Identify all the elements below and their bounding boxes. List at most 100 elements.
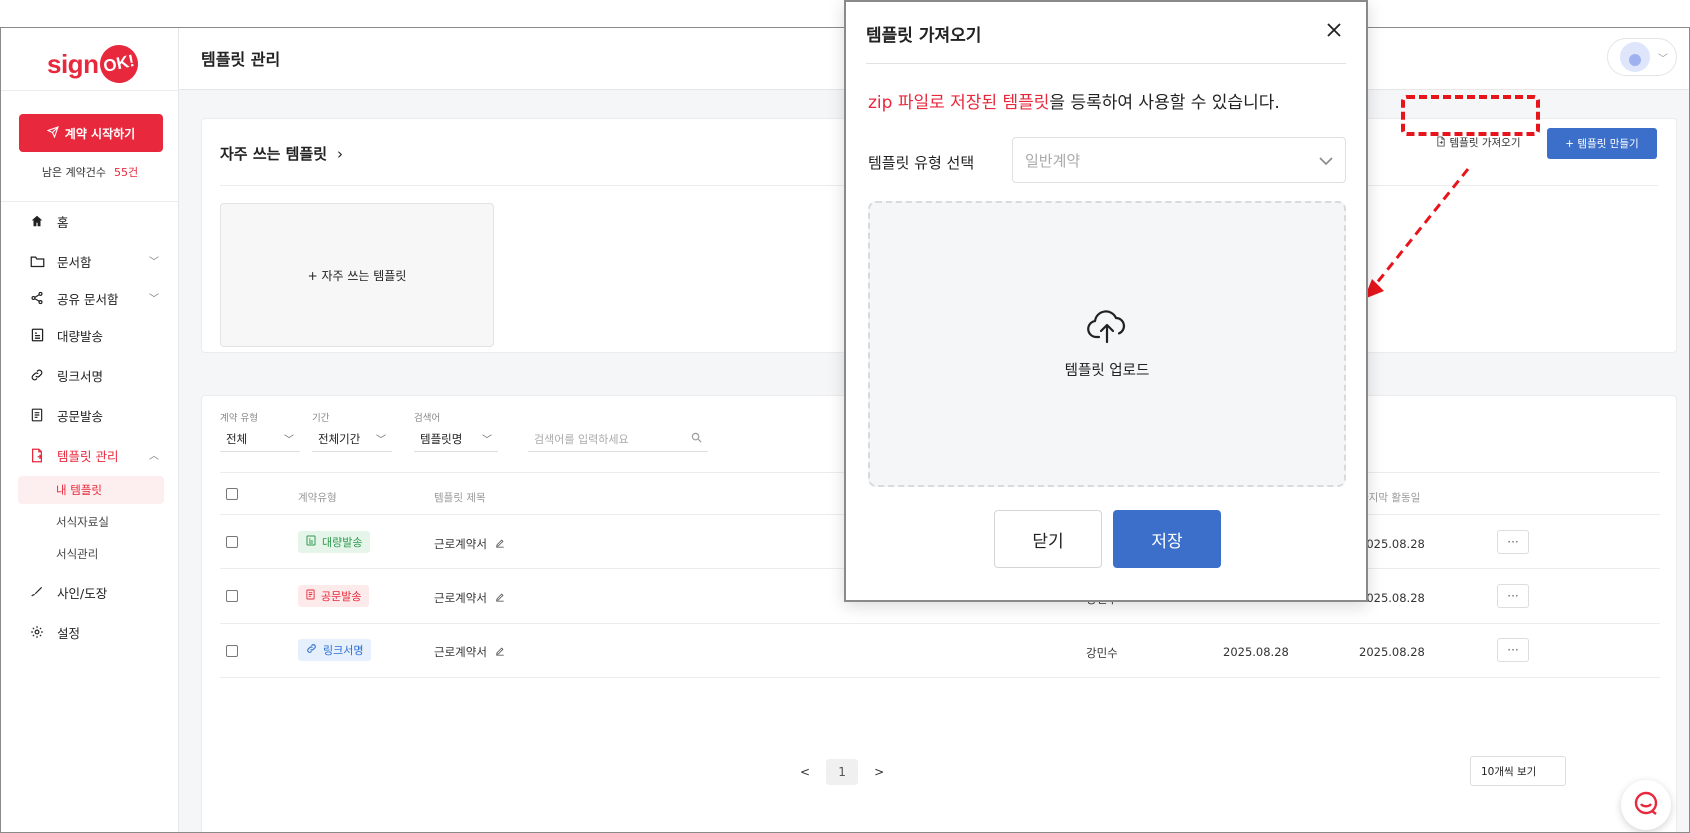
template-title[interactable]: 근로계약서 <box>434 590 505 606</box>
remaining-count: 55건 <box>114 166 139 179</box>
row-more-button[interactable]: ··· <box>1497 638 1529 662</box>
template-upload-dropzone[interactable]: 템플릿 업로드 <box>868 201 1346 487</box>
start-contract-label: 계약 시작하기 <box>64 126 136 141</box>
annotation-arrow <box>1364 168 1470 299</box>
select-all-checkbox[interactable] <box>226 488 238 500</box>
template-type-select[interactable]: 일반계약 <box>1012 137 1346 183</box>
nav-item-template-manage[interactable]: 템플릿 관리 ︿ <box>29 444 159 466</box>
edit-pencil-icon[interactable] <box>495 591 505 605</box>
remaining-contracts: 남은 계약건수 55건 <box>1 164 179 180</box>
row-more-button[interactable]: ··· <box>1497 584 1529 608</box>
template-title[interactable]: 근로계약서 <box>434 644 505 660</box>
filter-type-label: 계약 유형 <box>220 413 258 424</box>
nav-item-link-sign[interactable]: 링크서명 <box>29 364 159 386</box>
nav-item-settings[interactable]: 설정 <box>29 621 159 643</box>
template-title-text: 근로계약서 <box>434 591 487 605</box>
logo-badge: OK! <box>96 41 142 87</box>
page-1-button[interactable]: 1 <box>826 759 859 785</box>
divider <box>1 90 179 91</box>
prev-page-button[interactable]: < <box>800 765 810 779</box>
sub-item-my-templates[interactable]: 내 템플릿 <box>18 476 164 504</box>
save-button[interactable]: 저장 <box>1113 510 1221 568</box>
sidebar: sign OK! 계약 시작하기 남은 계약건수 55건 홈 문서함 ﹀ 공유 문… <box>1 28 179 832</box>
chevron-down-icon: ﹀ <box>482 435 492 446</box>
row-checkbox[interactable] <box>226 536 238 548</box>
nav-item-documents[interactable]: 문서함 ﹀ <box>29 250 159 272</box>
logo[interactable]: sign OK! <box>47 41 142 87</box>
nav-label: 사인/도장 <box>57 585 108 601</box>
home-icon <box>29 213 45 229</box>
chat-support-button[interactable] <box>1621 780 1671 830</box>
nav-item-official-send[interactable]: 공문발송 <box>29 404 159 426</box>
divider <box>866 63 1346 64</box>
close-icon[interactable] <box>1322 18 1346 42</box>
edit-pencil-icon[interactable] <box>495 537 505 551</box>
nav-label: 문서함 <box>57 254 92 270</box>
row-checkbox[interactable] <box>226 645 238 657</box>
next-page-button[interactable]: > <box>874 765 884 779</box>
cloud-upload-icon <box>1086 309 1128 349</box>
file-import-icon <box>1436 135 1446 150</box>
filter-search-label: 검색어 <box>414 413 441 424</box>
nav-item-bulk-send[interactable]: 대량발송 <box>29 324 159 346</box>
chevron-right-icon: › <box>337 145 344 163</box>
filter-type-select[interactable]: 전체 ﹀ <box>220 426 300 452</box>
type-badge: 대량발송 <box>298 531 371 553</box>
template-type-label: 템플릿 유형 선택 <box>868 154 975 172</box>
modal-description-rest: 을 등록하여 사용할 수 있습니다. <box>1049 93 1280 113</box>
type-badge: 공문발송 <box>298 585 370 607</box>
bulk-send-icon <box>29 327 45 343</box>
bulk-send-icon <box>306 535 316 549</box>
page-size-select[interactable]: 10개씩 보기 <box>1470 756 1566 786</box>
row-more-button[interactable]: ··· <box>1497 530 1529 554</box>
filter-search-field-select[interactable]: 템플릿명 ﹀ <box>414 426 498 452</box>
profile-menu[interactable]: ﹀ <box>1607 38 1677 76</box>
pagination: < 1 > <box>800 759 884 785</box>
create-template-button[interactable]: + 템플릿 만들기 <box>1547 128 1657 159</box>
created-date: 2025.08.28 <box>1223 645 1289 659</box>
filter-type-value: 전체 <box>226 431 248 446</box>
chat-icon <box>1631 788 1661 822</box>
remaining-label: 남은 계약건수 <box>41 166 107 179</box>
chevron-down-icon: ﹀ <box>1658 53 1668 65</box>
upload-label: 템플릿 업로드 <box>1064 362 1150 379</box>
modal-description: zip 파일로 저장된 템플릿을 등록하여 사용할 수 있습니다. <box>868 88 1280 113</box>
nav-item-shared-documents[interactable]: 공유 문서함 ﹀ <box>29 287 159 309</box>
logo-text: sign <box>47 48 99 79</box>
edit-pencil-icon[interactable] <box>495 645 505 659</box>
chevron-down-icon: ﹀ <box>376 435 386 446</box>
avatar <box>1620 42 1650 72</box>
chevron-up-icon: ︿ <box>149 451 159 462</box>
column-header-last-active: 마지막 활동일 <box>1359 492 1421 504</box>
modal-description-highlight: zip 파일로 저장된 템플릿 <box>868 93 1050 113</box>
chevron-down-icon: ﹀ <box>149 294 159 305</box>
divider <box>220 623 1660 624</box>
nav-label: 홈 <box>57 214 69 230</box>
divider <box>1 201 179 202</box>
close-button[interactable]: 닫기 <box>994 510 1102 568</box>
favorite-templates-title[interactable]: 자주 쓰는 템플릿 › <box>220 143 343 164</box>
annotation-highlight-box <box>1401 95 1540 136</box>
add-favorite-template[interactable]: + 자주 쓰는 템플릿 <box>220 203 494 347</box>
column-header-type: 계약유형 <box>298 492 337 504</box>
sub-item-form-library[interactable]: 서식자료실 <box>18 508 164 536</box>
nav-label: 대량발송 <box>57 328 104 344</box>
nav-item-home[interactable]: 홈 <box>29 210 159 232</box>
sub-item-form-manage[interactable]: 서식관리 <box>18 540 164 568</box>
nav-label: 템플릿 관리 <box>57 448 119 464</box>
nav-label: 공문발송 <box>57 408 104 424</box>
template-title-text: 근로계약서 <box>434 537 487 551</box>
template-title-text: 근로계약서 <box>434 645 487 659</box>
template-title[interactable]: 근로계약서 <box>434 536 505 552</box>
row-checkbox[interactable] <box>226 590 238 602</box>
type-badge-label: 공문발송 <box>321 590 362 603</box>
start-contract-button[interactable]: 계약 시작하기 <box>19 114 163 152</box>
nav-item-signature[interactable]: 사인/도장 <box>29 581 159 603</box>
search-input[interactable]: 검색어를 입력하세요 <box>528 426 708 452</box>
page-title: 템플릿 관리 <box>201 50 281 69</box>
last-active-date: 2025.08.28 <box>1359 537 1425 551</box>
chevron-down-icon: ﹀ <box>149 257 159 268</box>
divider <box>220 677 1660 678</box>
template-type-placeholder: 일반계약 <box>1025 151 1081 170</box>
filter-period-select[interactable]: 전체기간 ﹀ <box>312 426 392 452</box>
